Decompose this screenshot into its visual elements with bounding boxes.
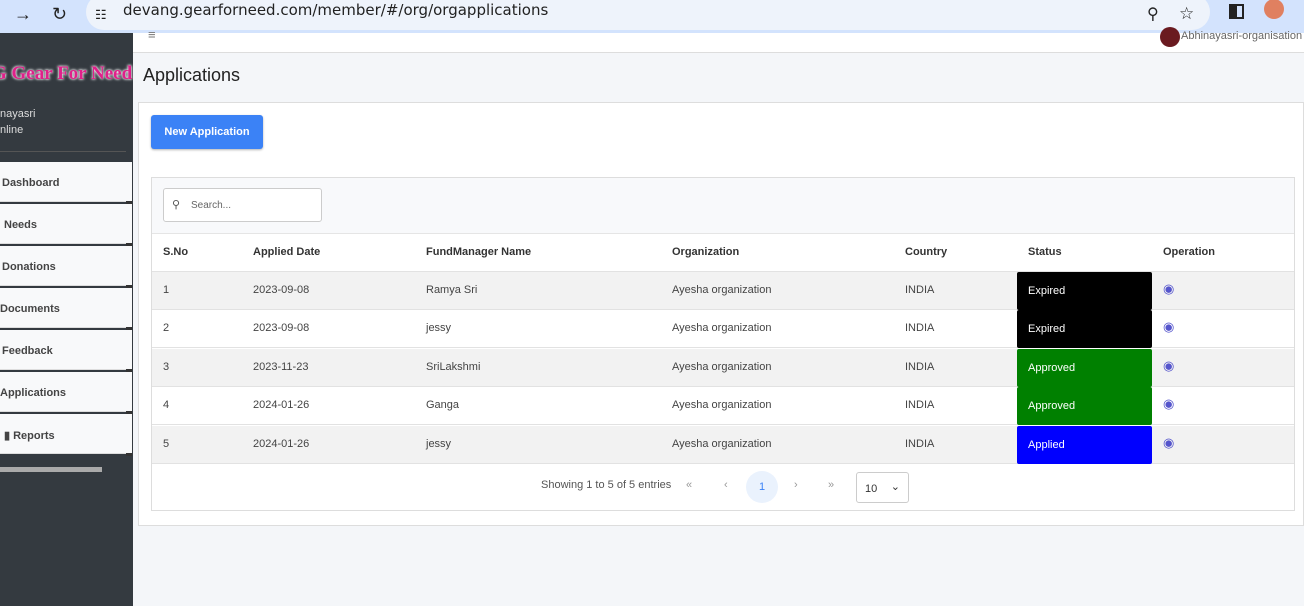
sidebar-item-label: Reports xyxy=(13,430,55,442)
cell-date: 2023-09-08 xyxy=(253,284,310,296)
site-settings-icon[interactable]: ☷ xyxy=(95,7,107,23)
sidebar-item-applications[interactable]: Applications xyxy=(0,372,132,414)
cell-date: 2024-01-26 xyxy=(253,399,310,412)
user-name: nayasri xyxy=(0,108,36,120)
table-toolbar: ⚲ xyxy=(152,178,1294,234)
status-badge: Expired xyxy=(1017,310,1152,349)
sidebar: G Gear For Need nayasri nline Dashboard … xyxy=(0,33,133,606)
cell-org: Ayesha organization xyxy=(672,284,772,296)
col-country[interactable]: Country xyxy=(905,234,947,271)
side-panel-icon[interactable] xyxy=(1229,4,1244,19)
view-eye-icon[interactable]: ◉ xyxy=(1163,435,1174,451)
user-panel: nayasri nline xyxy=(0,106,35,138)
profile-avatar[interactable] xyxy=(1264,0,1284,19)
col-fundmanager[interactable]: FundManager Name xyxy=(426,234,531,271)
table-row: 4 2024-01-26 Ganga Ayesha organization INDIA… xyxy=(152,387,1294,426)
url-text[interactable]: devang.gearforneed.com/member/#/org/orga… xyxy=(123,1,548,19)
entries-info: Showing 1 to 5 of 5 entries xyxy=(541,479,672,491)
col-organization[interactable]: Organization xyxy=(672,234,739,271)
table-row: 3 2023-11-23 SriLakshmi Ayesha organization… xyxy=(152,348,1294,387)
cell-sno: 4 xyxy=(163,399,170,412)
cell-manager: jessy xyxy=(426,437,452,450)
cell-org: Ayesha organization xyxy=(672,437,772,450)
menu-icon[interactable]: ≡ xyxy=(148,27,156,42)
cell-country: INDIA xyxy=(905,437,935,450)
col-status[interactable]: Status xyxy=(1028,234,1062,271)
cell-manager: Ganga xyxy=(426,399,460,412)
reports-icon: ▮ xyxy=(4,430,14,442)
applications-table: ⚲ S.No Applied Date FundManager Name Org… xyxy=(151,177,1295,511)
reload-icon[interactable]: ↻ xyxy=(52,4,67,25)
zoom-icon[interactable]: ⚲ xyxy=(1147,4,1159,24)
browser-toolbar: → ↻ ☷ devang.gearforneed.com/member/#/or… xyxy=(0,0,1304,33)
table-row: 2 2023-09-08 jessy Ayesha organization INDIA… xyxy=(152,310,1294,349)
new-application-button[interactable]: New Application xyxy=(151,115,263,149)
cell-org: Ayesha organization xyxy=(672,322,772,335)
page-size-value: 10 xyxy=(865,483,878,495)
user-status: nline xyxy=(0,124,24,136)
first-page-button[interactable]: « xyxy=(686,479,692,491)
cell-sno: 3 xyxy=(163,360,170,373)
status-badge: Approved xyxy=(1017,387,1152,426)
cell-sno: 2 xyxy=(163,322,170,335)
view-eye-icon[interactable]: ◉ xyxy=(1163,396,1174,412)
view-eye-icon[interactable]: ◉ xyxy=(1163,358,1174,374)
top-header: ≡ Abhinayasri-organisation xyxy=(133,27,1304,53)
view-eye-icon[interactable]: ◉ xyxy=(1163,319,1174,335)
view-eye-icon[interactable]: ◉ xyxy=(1163,281,1174,297)
cell-sno: 1 xyxy=(163,284,170,296)
pagination: Showing 1 to 5 of 5 entries « ‹ 1 › » 10… xyxy=(152,464,1294,511)
status-badge: Approved xyxy=(1017,348,1152,387)
next-page-button[interactable]: › xyxy=(794,479,798,491)
page-1-button[interactable]: 1 xyxy=(746,471,778,503)
cell-country: INDIA xyxy=(905,360,935,373)
col-applied-date[interactable]: Applied Date xyxy=(253,234,320,271)
sidebar-item-reports[interactable]: ▮ Reports xyxy=(0,414,132,456)
cell-date: 2023-09-08 xyxy=(253,322,310,335)
user-name[interactable]: Abhinayasri-organisation xyxy=(1181,30,1302,42)
col-operation: Operation xyxy=(1163,246,1215,258)
status-badge: Applied xyxy=(1017,425,1152,464)
cell-manager: jessy xyxy=(426,322,452,335)
table-row: 1 2023-09-08 Ramya Sri Ayesha organization I… xyxy=(152,272,1294,310)
scrollbar[interactable] xyxy=(0,467,102,472)
user-avatar[interactable] xyxy=(1160,27,1180,47)
search-input[interactable] xyxy=(163,188,322,222)
sidebar-item-feedback[interactable]: Feedback xyxy=(0,330,132,372)
cell-country: INDIA xyxy=(905,322,935,335)
status-badge: Expired xyxy=(1017,272,1152,310)
prev-page-button[interactable]: ‹ xyxy=(724,479,728,491)
cell-org: Ayesha organization xyxy=(672,399,772,412)
sidebar-item-needs[interactable]: Needs xyxy=(0,204,132,246)
cell-date: 2024-01-26 xyxy=(253,437,310,450)
search-icon: ⚲ xyxy=(172,199,181,211)
cell-date: 2023-11-23 xyxy=(253,360,309,373)
sidebar-item-dashboard[interactable]: Dashboard xyxy=(0,162,132,204)
logo[interactable]: G Gear For Need xyxy=(0,63,132,85)
cell-sno: 5 xyxy=(163,437,170,450)
forward-icon[interactable]: → xyxy=(14,4,32,25)
page-title: Applications xyxy=(143,65,241,85)
cell-manager: Ramya Sri xyxy=(426,284,478,296)
last-page-button[interactable]: » xyxy=(828,479,834,491)
table-header: S.No Applied Date FundManager Name Organ… xyxy=(152,234,1294,272)
sidebar-item-donations[interactable]: Donations xyxy=(0,246,132,288)
cell-org: Ayesha organization xyxy=(672,360,772,373)
page-size-select[interactable]: 10 ⌄ xyxy=(856,472,909,503)
star-icon[interactable]: ☆ xyxy=(1179,4,1194,24)
col-sno[interactable]: S.No xyxy=(163,234,188,271)
chevron-down-icon: ⌄ xyxy=(890,481,900,493)
cell-country: INDIA xyxy=(905,399,935,412)
divider xyxy=(0,151,126,152)
table-row: 5 2024-01-26 jessy Ayesha organization INDIA… xyxy=(152,425,1294,464)
cell-country: INDIA xyxy=(905,284,935,296)
sidebar-item-documents[interactable]: Documents xyxy=(0,288,132,330)
cell-manager: SriLakshmi xyxy=(426,360,481,373)
